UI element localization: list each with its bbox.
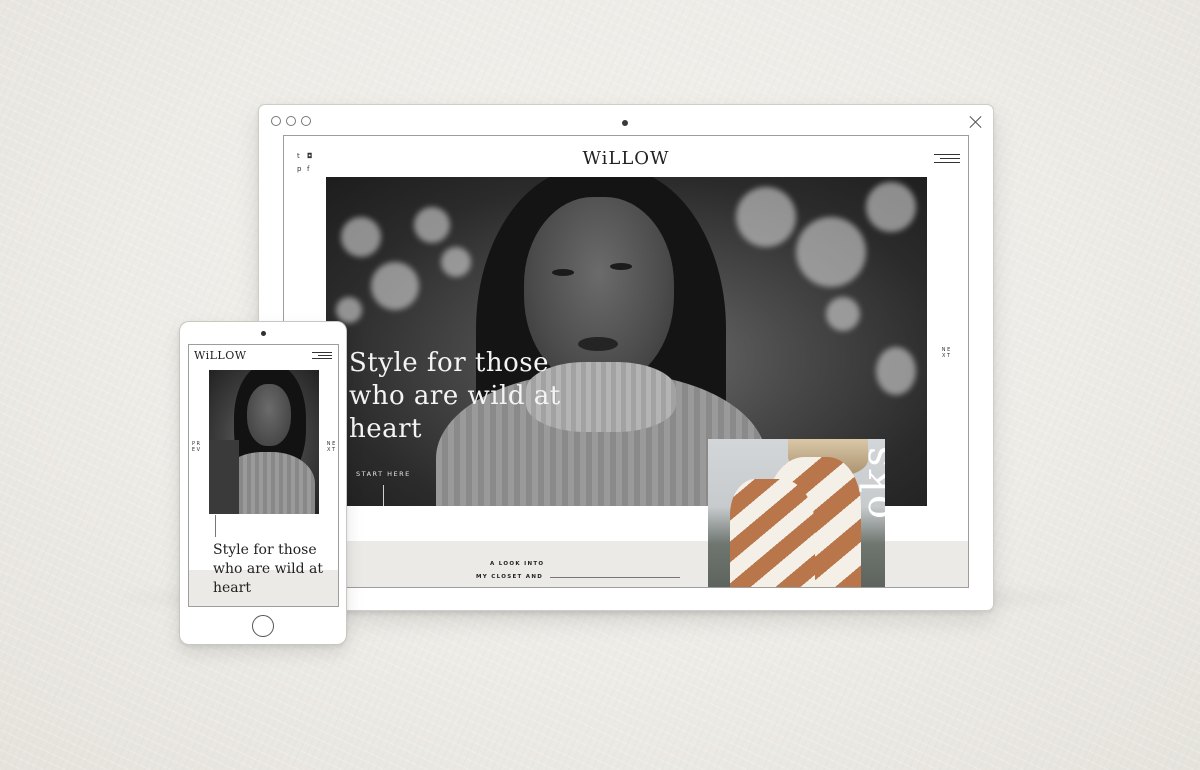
hero-headline: Style for those who are wild at heart <box>349 348 561 444</box>
start-here-link[interactable]: START HERE <box>356 470 411 478</box>
site-logo[interactable]: WiLLOW <box>194 349 247 362</box>
next-slide-button[interactable]: N E X T <box>941 347 951 359</box>
band-divider <box>550 577 680 578</box>
phone-site-viewport: WiLLOW P R E V N E X T Style for those w… <box>188 344 339 607</box>
prev-slide-button[interactable]: P R E V <box>191 441 201 453</box>
next-slide-button[interactable]: N E X T <box>326 441 336 453</box>
cta-divider <box>383 485 384 506</box>
hero-divider <box>215 515 216 537</box>
desktop-browser-window: t ◘ p f WiLLOW Style for those who are w… <box>258 104 994 611</box>
menu-icon[interactable] <box>934 154 960 163</box>
desktop-site-viewport: t ◘ p f WiLLOW Style for those who are w… <box>283 135 969 588</box>
window-control-dot[interactable] <box>301 116 311 126</box>
close-icon[interactable] <box>969 115 983 129</box>
lookbook-image[interactable]: oks <box>708 439 885 587</box>
hero-headline: Style for those who are wild at heart <box>213 542 323 596</box>
band-heading-line1: A LOOK INTO <box>490 561 545 567</box>
phone-camera <box>261 331 266 336</box>
lookbook-label: oks <box>854 444 885 519</box>
window-control-dot[interactable] <box>271 116 281 126</box>
menu-icon[interactable] <box>312 352 332 359</box>
camera-dot <box>622 120 628 126</box>
window-control-dot[interactable] <box>286 116 296 126</box>
band-heading-line2: MY CLOSET AND <box>476 574 544 580</box>
phone-device: WiLLOW P R E V N E X T Style for those w… <box>179 321 347 645</box>
hero-image <box>209 370 319 514</box>
site-logo[interactable]: WiLLOW <box>284 148 968 169</box>
home-button[interactable] <box>252 615 274 637</box>
